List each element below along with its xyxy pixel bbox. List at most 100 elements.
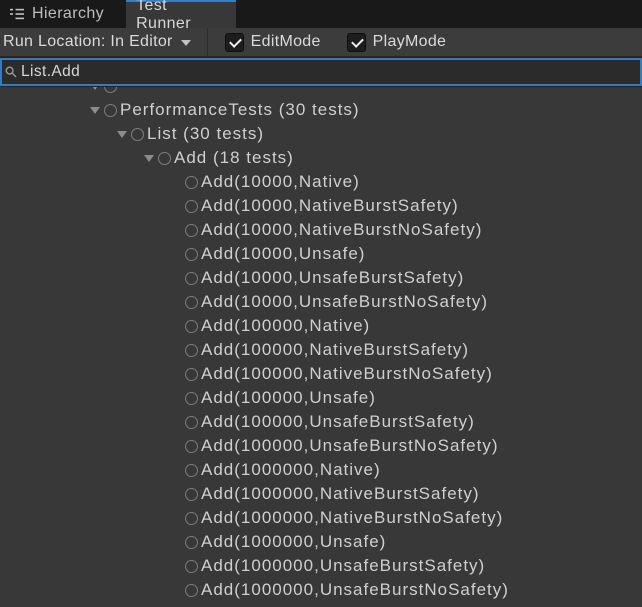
foldout-spacer: [171, 338, 185, 362]
test-label: Add(100000,Native): [201, 314, 370, 338]
test-label: Add(100000,NativeBurstSafety): [201, 338, 469, 362]
test-label: Add(1000000,UnsafeBurstNoSafety): [201, 578, 509, 602]
test-status-notrun-icon: [185, 344, 198, 357]
editmode-label: EditMode: [251, 33, 321, 51]
test-tree[interactable]: PerformanceTests (30 tests)List (30 test…: [0, 87, 642, 607]
triangle-down-icon: [144, 155, 154, 162]
test-item[interactable]: Add(1000000,NativeBurstNoSafety): [0, 506, 642, 530]
test-label: List (30 tests): [147, 122, 264, 146]
test-status-notrun-icon: [185, 368, 198, 381]
test-label: Add(1000000,UnsafeBurstSafety): [201, 554, 485, 578]
test-label: Add(100000,Unsafe): [201, 386, 376, 410]
test-label: Add(1000000,Unsafe): [201, 530, 386, 554]
foldout-expanded-icon[interactable]: [117, 122, 131, 146]
test-label: Add(10000,NativeBurstNoSafety): [201, 218, 482, 242]
test-status-notrun-icon: [185, 488, 198, 501]
playmode-toggle[interactable]: PlayMode: [347, 33, 447, 52]
test-label: Add(1000000,Native): [201, 458, 381, 482]
foldout-spacer: [171, 218, 185, 242]
triangle-down-icon: [90, 107, 100, 114]
test-item[interactable]: Add(10000,NativeBurstNoSafety): [0, 218, 642, 242]
test-label: PerformanceTests (30 tests): [120, 98, 360, 122]
test-status-notrun-icon: [185, 176, 198, 189]
foldout-spacer: [171, 266, 185, 290]
foldout-spacer: [171, 530, 185, 554]
test-status-notrun-icon: [185, 224, 198, 237]
foldout-spacer: [171, 410, 185, 434]
playmode-label: PlayMode: [373, 33, 447, 51]
test-label: Add(1000000,NativeBurstNoSafety): [201, 506, 503, 530]
test-item[interactable]: Add(10000,UnsafeBurstSafety): [0, 266, 642, 290]
test-label: Add(10000,UnsafeBurstSafety): [201, 266, 464, 290]
test-item[interactable]: Add(10000,Unsafe): [0, 242, 642, 266]
tab-hierarchy[interactable]: Hierarchy: [0, 0, 114, 28]
run-location-label: Run Location: In Editor: [3, 33, 173, 51]
playmode-checkbox[interactable]: [347, 33, 366, 52]
test-status-notrun-icon: [185, 560, 198, 573]
check-icon: [351, 35, 364, 48]
toolbar-separator: [207, 28, 208, 56]
run-location-dropdown[interactable]: Run Location: In Editor: [0, 33, 191, 51]
foldout-expanded-icon[interactable]: [144, 146, 158, 170]
foldout-expanded-icon[interactable]: [90, 87, 104, 98]
foldout-spacer: [171, 506, 185, 530]
test-item[interactable]: Add(100000,NativeBurstNoSafety): [0, 362, 642, 386]
test-status-notrun-icon: [185, 392, 198, 405]
test-status-notrun-icon: [131, 128, 144, 141]
foldout-spacer: [171, 458, 185, 482]
test-status-notrun-icon: [185, 464, 198, 477]
foldout-spacer: [171, 554, 185, 578]
test-status-notrun-icon: [158, 152, 171, 165]
test-status-notrun-icon: [185, 584, 198, 597]
test-item[interactable]: Add(1000000,UnsafeBurstNoSafety): [0, 578, 642, 602]
triangle-down-icon: [117, 131, 127, 138]
test-item[interactable]: Add(100000,UnsafeBurstNoSafety): [0, 434, 642, 458]
search-icon: [5, 66, 17, 78]
test-item[interactable]: Add(10000,Native): [0, 170, 642, 194]
foldout-spacer: [171, 170, 185, 194]
test-item[interactable]: Add(100000,UnsafeBurstSafety): [0, 410, 642, 434]
test-group-row[interactable]: PerformanceTests (30 tests): [0, 98, 642, 122]
test-item[interactable]: Add(1000000,NativeBurstSafety): [0, 482, 642, 506]
test-item[interactable]: Add(10000,UnsafeBurstNoSafety): [0, 290, 642, 314]
editmode-checkbox[interactable]: [225, 33, 244, 52]
foldout-spacer: [171, 482, 185, 506]
test-label: Add(100000,NativeBurstNoSafety): [201, 362, 493, 386]
test-item[interactable]: Add(1000000,Native): [0, 458, 642, 482]
test-label: Add(100000,UnsafeBurstNoSafety): [201, 434, 499, 458]
test-status-notrun-icon: [185, 320, 198, 333]
test-status-notrun-icon: [185, 416, 198, 429]
foldout-spacer: [171, 242, 185, 266]
search-input[interactable]: List.Add: [0, 58, 642, 86]
test-group-row[interactable]: Add (18 tests): [0, 146, 642, 170]
foldout-spacer: [171, 434, 185, 458]
foldout-spacer: [171, 194, 185, 218]
search-value: List.Add: [21, 63, 80, 81]
test-item[interactable]: Add(100000,Native): [0, 314, 642, 338]
test-group-row[interactable]: List (30 tests): [0, 122, 642, 146]
test-label: Add(10000,Unsafe): [201, 242, 365, 266]
test-status-notrun-icon: [185, 296, 198, 309]
test-label: Add(1000000,NativeBurstSafety): [201, 482, 480, 506]
test-runner-toolbar: Run Location: In Editor EditMode PlayMod…: [0, 28, 642, 57]
test-item[interactable]: Add(1000000,UnsafeBurstSafety): [0, 554, 642, 578]
foldout-expanded-icon[interactable]: [90, 98, 104, 122]
triangle-down-icon: [90, 87, 100, 90]
test-item[interactable]: Add(100000,Unsafe): [0, 386, 642, 410]
test-item[interactable]: Add(1000000,Unsafe): [0, 530, 642, 554]
test-status-notrun-icon: [185, 440, 198, 453]
test-label: Add(10000,NativeBurstSafety): [201, 194, 459, 218]
test-status-notrun-icon: [104, 104, 117, 117]
check-icon: [229, 35, 242, 48]
test-status-notrun-icon: [185, 200, 198, 213]
foldout-spacer: [171, 314, 185, 338]
search-row: List.Add: [0, 57, 642, 87]
test-item[interactable]: Add(100000,NativeBurstSafety): [0, 338, 642, 362]
test-group-row[interactable]: [0, 87, 642, 98]
test-item[interactable]: Add(10000,NativeBurstSafety): [0, 194, 642, 218]
test-label: Add(100000,UnsafeBurstSafety): [201, 410, 475, 434]
test-status-notrun-icon: [185, 512, 198, 525]
chevron-down-icon: [181, 40, 191, 46]
editmode-toggle[interactable]: EditMode: [225, 33, 321, 52]
tab-test-runner[interactable]: Test Runner: [126, 0, 236, 28]
